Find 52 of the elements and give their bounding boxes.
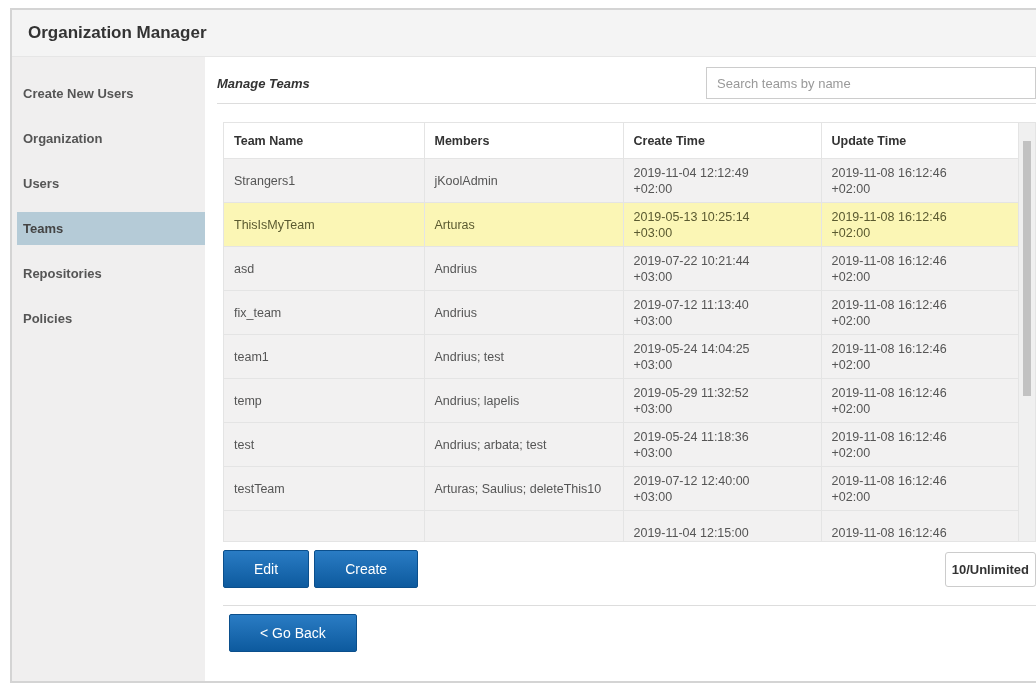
team-count: 10/Unlimited — [944, 551, 1036, 587]
column-header[interactable]: Team Name — [224, 123, 424, 159]
table-cell: 2019-11-08 16:12:46 +02:00 — [821, 334, 1019, 379]
table-cell: 2019-11-08 16:12:46 +02:00 — [821, 290, 1019, 335]
sidebar-item[interactable]: Users — [17, 167, 205, 200]
table-cell: Andrius; lapelis — [424, 378, 623, 423]
table-cell: 2019-11-08 16:12:46 +02:00 — [821, 202, 1019, 247]
table-cell: Arturas — [424, 202, 623, 247]
sidebar-item[interactable]: Organization — [17, 122, 205, 155]
table-cell: Arturas; Saulius; deleteThis10 — [424, 466, 623, 511]
table-cell: 2019-05-24 14:04:25 +03:00 — [623, 334, 821, 379]
table-cell: 2019-07-12 11:13:40 +03:00 — [623, 290, 821, 335]
table-cell: Andrius — [424, 246, 623, 291]
table-cell: 2019-07-12 12:40:00 +03:00 — [623, 466, 821, 511]
table-cell: 2019-05-24 11:18:36 +03:00 — [623, 422, 821, 467]
table-cell: asd — [224, 246, 424, 291]
table-cell: Andrius — [424, 290, 623, 335]
table-cell: 2019-11-08 16:12:46 +02:00 — [821, 246, 1019, 291]
table-cell: fix_team — [224, 290, 424, 335]
column-header[interactable]: Update Time — [821, 123, 1019, 159]
sidebar-item[interactable]: Teams — [17, 212, 205, 245]
sidebar-item[interactable]: Create New Users — [17, 77, 205, 110]
column-header[interactable]: Create Time — [623, 123, 821, 159]
window-title: Organization Manager — [28, 23, 207, 43]
table-cell: Strangers1 — [224, 158, 424, 203]
table-cell: 2019-11-08 16:12:46 +02:00 — [821, 158, 1019, 203]
action-button[interactable]: Edit — [223, 550, 310, 588]
scrollbar[interactable] — [1019, 123, 1035, 541]
table-cell: 2019-11-04 12:12:49 +02:00 — [623, 158, 821, 203]
table-cell: 2019-11-08 16:12:46 +02:00 — [821, 466, 1019, 511]
table-cell: testTeam — [224, 466, 424, 511]
table-cell: 2019-11-08 16:12:46 — [821, 510, 1019, 541]
table-cell: ThisIsMyTeam — [224, 202, 424, 247]
table-cell: 2019-11-08 16:12:46 +02:00 — [821, 422, 1019, 467]
table-cell: Andrius; arbata; test — [424, 422, 623, 467]
column-header[interactable]: Members — [424, 123, 623, 159]
table-cell: 2019-07-22 10:21:44 +03:00 — [623, 246, 821, 291]
go-back-button[interactable]: < Go Back — [229, 614, 357, 652]
section-title: Manage Teams — [217, 75, 310, 91]
action-button[interactable]: Create — [314, 550, 419, 588]
table-cell: test — [224, 422, 424, 467]
table-cell: temp — [224, 378, 424, 423]
table-cell: team1 — [224, 334, 424, 379]
table-cell: 2019-05-29 11:32:52 +03:00 — [623, 378, 821, 423]
search-field[interactable]: Search teams by name — [706, 67, 1036, 99]
table-cell: 2019-05-13 10:25:14 +03:00 — [623, 202, 821, 247]
table-cell: Andrius; test — [424, 334, 623, 379]
table-cell: jKoolAdmin — [424, 158, 623, 203]
sidebar-item[interactable]: Repositories — [17, 257, 205, 290]
sidebar-item[interactable]: Policies — [17, 302, 205, 335]
table-cell: 2019-11-08 16:12:46 +02:00 — [821, 378, 1019, 423]
table-cell: 2019-11-04 12:15:00 — [623, 510, 821, 541]
